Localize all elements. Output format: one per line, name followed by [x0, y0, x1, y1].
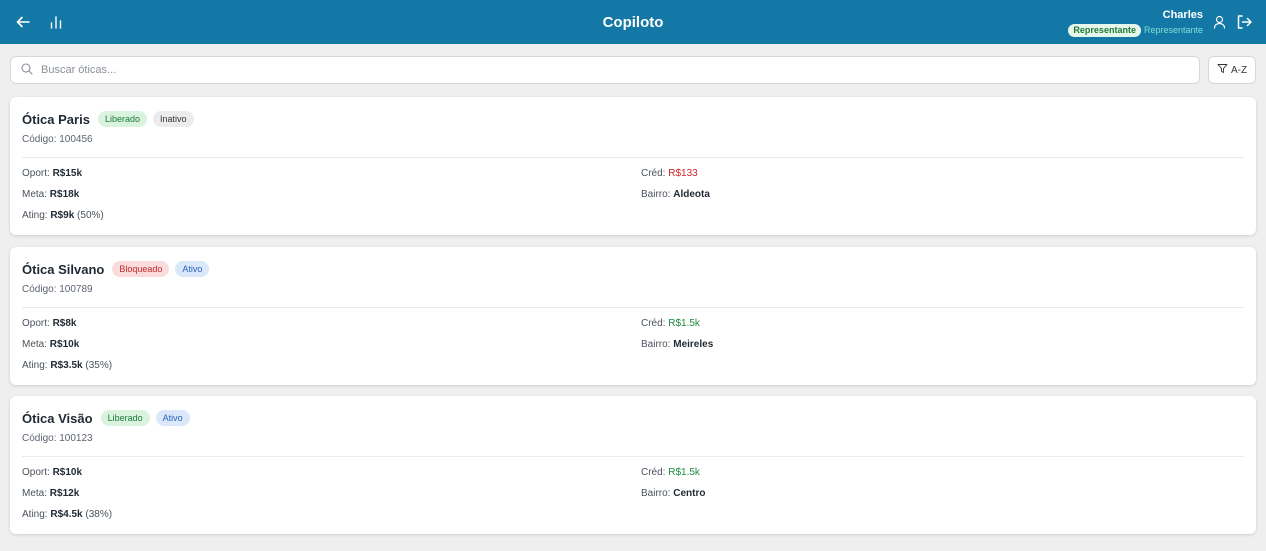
sort-filter-button[interactable]: A-Z — [1208, 56, 1256, 84]
ating-line: Ating: R$3.5k (35%) — [22, 360, 113, 371]
divider — [22, 307, 1244, 308]
logout-icon[interactable] — [1236, 14, 1252, 30]
bar-chart-icon[interactable] — [50, 15, 62, 29]
optic-card[interactable]: Ótica Paris Liberado Inativo Código: 100… — [10, 97, 1256, 235]
cred-line: Créd: R$1.5k — [641, 318, 700, 329]
bairro-line: Bairro: Centro — [641, 488, 706, 499]
meta-line: Meta: R$18k — [22, 189, 80, 200]
status-badge: Bloqueado — [112, 261, 170, 277]
card-name: Ótica Silvano — [22, 261, 105, 277]
card-code: Código: 100456 — [22, 134, 93, 145]
bairro-line: Bairro: Aldeota — [641, 189, 710, 200]
card-name: Ótica Visão — [22, 410, 93, 426]
status-badge: Liberado — [100, 410, 150, 426]
activity-badge: Inativo — [152, 111, 194, 127]
search-input[interactable] — [41, 64, 1199, 76]
user-name: Charles — [1162, 8, 1203, 21]
user-info: Charles Representante Representante — [1068, 8, 1203, 37]
activity-badge: Ativo — [155, 410, 190, 426]
search-row: A-Z — [10, 56, 1256, 84]
top-bar: Copiloto Charles Representante Represent… — [0, 0, 1266, 44]
bairro-line: Bairro: Meireles — [641, 339, 714, 350]
role-text: Representante — [1143, 24, 1203, 35]
card-code: Código: 100789 — [22, 284, 93, 295]
search-icon — [21, 62, 33, 78]
activity-badge: Ativo — [175, 261, 210, 277]
optic-card[interactable]: Ótica Visão Liberado Ativo Código: 10012… — [10, 396, 1256, 534]
card-code: Código: 100123 — [22, 433, 93, 444]
ating-line: Ating: R$9k (50%) — [22, 210, 104, 221]
divider — [22, 456, 1244, 457]
optic-card[interactable]: Ótica Silvano Bloqueado Ativo Código: 10… — [10, 247, 1256, 385]
search-box — [10, 56, 1200, 84]
meta-line: Meta: R$12k — [22, 488, 80, 499]
back-arrow-icon[interactable] — [16, 16, 30, 28]
cred-line: Créd: R$1.5k — [641, 467, 700, 478]
card-name: Ótica Paris — [22, 111, 90, 127]
cred-line: Créd: R$133 — [641, 168, 698, 179]
sort-label: A-Z — [1230, 64, 1248, 76]
ating-line: Ating: R$4.5k (38%) — [22, 509, 113, 520]
user-icon[interactable] — [1213, 15, 1226, 29]
oport-line: Oport: R$15k — [22, 168, 83, 179]
role-badge: Representante — [1068, 23, 1141, 37]
oport-line: Oport: R$10k — [22, 467, 83, 478]
meta-line: Meta: R$10k — [22, 339, 80, 350]
filter-icon — [1217, 63, 1228, 77]
status-badge: Liberado — [97, 111, 147, 127]
oport-line: Oport: R$8k — [22, 318, 77, 329]
divider — [22, 157, 1244, 158]
